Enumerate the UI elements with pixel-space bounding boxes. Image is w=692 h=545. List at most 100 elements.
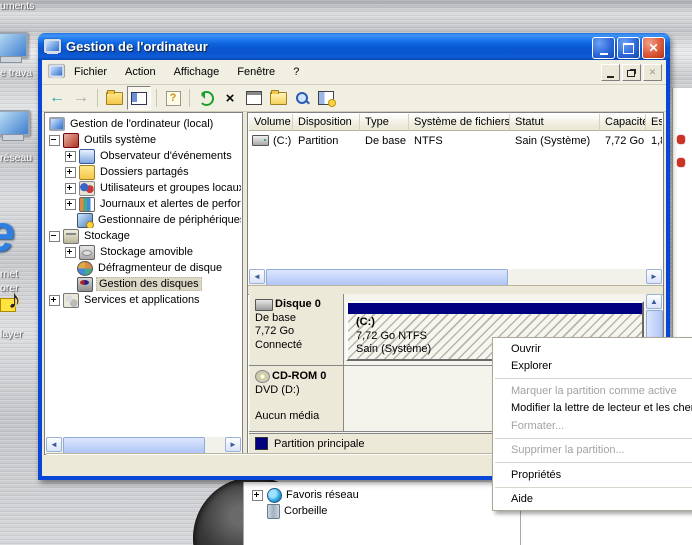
scroll-right-button[interactable]: ► <box>646 269 662 284</box>
scroll-right-button[interactable]: ► <box>225 437 241 452</box>
mdi-close-button[interactable]: ✕ <box>643 64 662 81</box>
monitor-base <box>0 56 22 63</box>
scrollbar-thumb[interactable] <box>63 437 205 454</box>
expand-plus-icon[interactable] <box>65 199 76 210</box>
tree-item-gestionnaire-peripheriques[interactable]: Gestionnaire de périphériques <box>47 212 241 228</box>
scrollbar-thumb[interactable] <box>266 269 508 286</box>
col-espace-libre[interactable]: Espace libre <box>646 114 662 131</box>
capacite-cell: 7,72 Go <box>600 133 646 148</box>
scroll-left-button[interactable]: ◄ <box>46 437 62 452</box>
desktop-icon-label-player[interactable]: layer <box>0 328 23 340</box>
tree-item-defragmenteur[interactable]: Défragmenteur de disque <box>47 260 241 276</box>
internet-explorer-icon[interactable]: e <box>0 208 15 260</box>
menu-action[interactable]: Action <box>116 63 165 81</box>
up-one-level-button[interactable] <box>103 87 125 109</box>
expand-plus-icon[interactable] <box>65 183 76 194</box>
tree-horizontal-scrollbar[interactable]: ◄ ► <box>46 437 241 453</box>
refresh-button[interactable] <box>195 87 217 109</box>
mdi-restore-button[interactable] <box>622 64 641 81</box>
menu-aide[interactable]: ? <box>284 63 308 81</box>
menu-separator <box>495 438 692 439</box>
mdi-child-icon[interactable] <box>48 65 64 79</box>
tree-item-dossiers-partages[interactable]: Dossiers partagés <box>47 164 241 180</box>
scroll-left-button[interactable]: ◄ <box>249 269 265 284</box>
expand-plus-icon[interactable] <box>49 295 60 306</box>
col-statut[interactable]: Statut <box>510 114 600 131</box>
col-disposition[interactable]: Disposition <box>293 114 360 131</box>
expand-plus-icon[interactable] <box>65 167 76 178</box>
partition-context-menu: Ouvrir Explorer Marquer la partition com… <box>492 337 692 511</box>
legend-label: Partition principale <box>274 438 365 450</box>
my-computer-icon[interactable] <box>0 32 28 62</box>
shared-folders-icon <box>79 165 95 180</box>
properties-button[interactable] <box>243 87 265 109</box>
list-horizontal-scrollbar[interactable]: ◄ ► <box>249 269 662 285</box>
device-manager-icon <box>77 213 93 228</box>
ctx-formater[interactable]: Formater... <box>493 417 692 435</box>
expand-plus-icon[interactable] <box>65 151 76 162</box>
minimize-button[interactable] <box>592 37 615 59</box>
close-button[interactable]: ✕ <box>642 37 665 59</box>
ctx-proprietes[interactable]: Propriétés <box>493 466 692 484</box>
desktop-icon-label-ie-line1[interactable]: rnet <box>0 268 18 280</box>
menu-bar: Fichier Action Affichage Fenêtre ? ✕ <box>42 60 666 85</box>
ctx-aide[interactable]: Aide <box>493 491 692 509</box>
storage-icon <box>63 229 79 244</box>
ctx-ouvrir[interactable]: Ouvrir <box>493 340 692 358</box>
maximize-button[interactable] <box>617 37 640 59</box>
music-note-icon[interactable]: ♪ <box>8 284 21 315</box>
delete-button[interactable]: × <box>219 87 241 109</box>
system-tools-icon <box>63 133 79 148</box>
tree-item-root[interactable]: Gestion de l'ordinateur (local) <box>47 116 241 132</box>
title-bar[interactable]: Gestion de l'ordinateur ✕ <box>38 33 670 60</box>
network-icon[interactable] <box>0 110 30 140</box>
collapse-minus-icon[interactable] <box>49 231 60 242</box>
collapse-minus-icon[interactable] <box>49 135 60 146</box>
desktop-icon-label-network[interactable]: réseau <box>0 152 32 164</box>
tree-item-gestion-des-disques[interactable]: Gestion des disques <box>47 276 241 292</box>
col-systeme-fichiers[interactable]: Système de fichiers <box>409 114 510 131</box>
delete-x-icon: × <box>226 91 235 106</box>
ctx-explorer[interactable]: Explorer <box>493 358 692 376</box>
tree-item-utilisateurs[interactable]: Utilisateurs et groupes locaux <box>47 180 241 196</box>
bg-tree-item-network[interactable]: Favoris réseau <box>252 488 359 502</box>
views-button[interactable] <box>315 87 337 109</box>
menu-affichage[interactable]: Affichage <box>165 63 229 81</box>
tree-item-outils-systeme[interactable]: Outils système <box>47 132 241 148</box>
cdrom-info-cell[interactable]: CD-ROM 0 DVD (D:) Aucun média <box>250 366 344 431</box>
show-hide-tree-button[interactable] <box>127 86 151 110</box>
open-button[interactable] <box>267 87 289 109</box>
disk0-type: De base <box>255 312 339 326</box>
maximize-icon <box>623 43 634 54</box>
desktop-icon-label-computer[interactable]: e trava <box>0 67 32 79</box>
bg-tree-item-recycle[interactable]: Corbeille <box>267 504 327 518</box>
tree-item-journaux[interactable]: Journaux et alertes de performance <box>47 196 241 212</box>
scroll-up-button[interactable]: ▲ <box>646 294 662 309</box>
tree-item-stockage[interactable]: Stockage <box>47 228 241 244</box>
views-icon <box>318 91 334 105</box>
desktop-icon-label-documents[interactable]: uments <box>0 0 34 12</box>
menu-fenetre[interactable]: Fenêtre <box>228 63 284 81</box>
back-button[interactable]: ← <box>46 87 68 109</box>
statut-cell: Sain (Système) <box>510 133 600 148</box>
tree-item-services-applications[interactable]: Services et applications <box>47 292 241 308</box>
find-button[interactable] <box>291 87 313 109</box>
expand-plus-icon[interactable] <box>252 490 263 501</box>
monitor-screen <box>0 110 30 136</box>
disk0-info-cell[interactable]: Disque 0 De base 7,72 Go Connecté <box>250 294 344 365</box>
help-button[interactable]: ? <box>162 87 184 109</box>
ctx-marquer-active[interactable]: Marquer la partition comme active <box>493 382 692 400</box>
menu-fichier[interactable]: Fichier <box>65 63 116 81</box>
mdi-minimize-button[interactable] <box>601 64 620 81</box>
tree-item-stockage-amovible[interactable]: Stockage amovible <box>47 244 241 260</box>
performance-logs-icon <box>79 197 95 212</box>
ctx-supprimer-partition[interactable]: Supprimer la partition... <box>493 442 692 460</box>
tree-item-observateur[interactable]: Observateur d'événements <box>47 148 241 164</box>
forward-button[interactable]: → <box>70 87 92 109</box>
expand-plus-icon[interactable] <box>65 247 76 258</box>
col-type[interactable]: Type <box>360 114 409 131</box>
toolbar-separator <box>97 89 98 107</box>
col-volume[interactable]: Volume <box>249 114 293 131</box>
col-capacite[interactable]: Capacité <box>600 114 646 131</box>
ctx-modifier-lettre[interactable]: Modifier la lettre de lecteur et les che… <box>493 400 692 418</box>
